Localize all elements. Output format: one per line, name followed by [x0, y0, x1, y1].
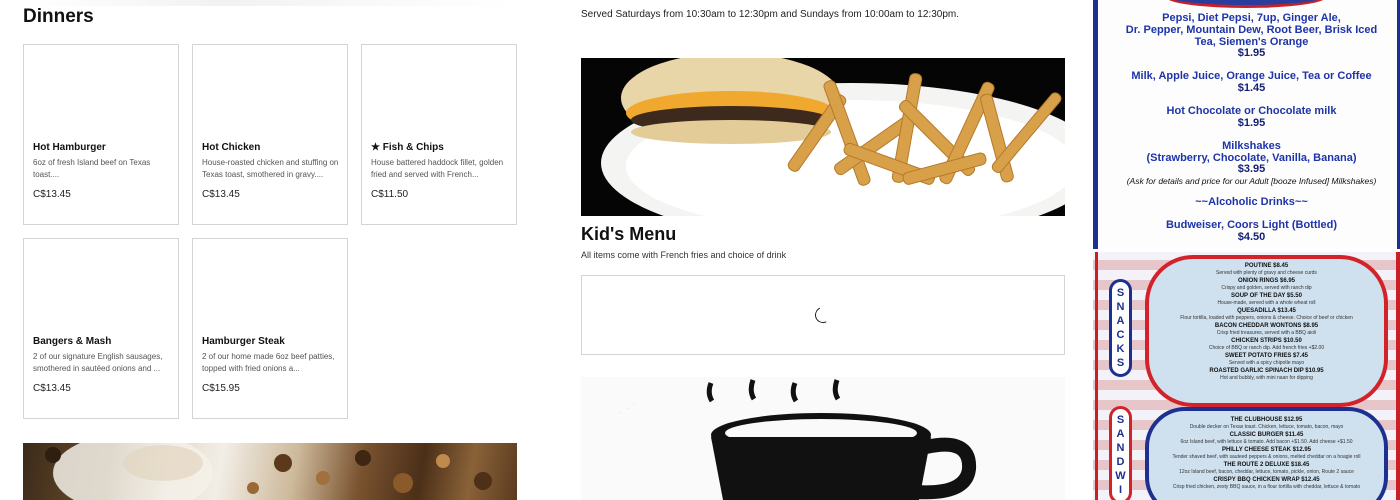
top-divider: [23, 0, 517, 6]
snack-item-desc: House-made, served with a whole wheat ro…: [1217, 300, 1316, 306]
drink-line: Pepsi, Diet Pepsi, 7up, Ginger Ale,: [1162, 12, 1341, 24]
snack-item-title: ONION RINGS $6.95: [1237, 278, 1296, 284]
snack-item-desc: Crispy and golden, served with ranch dip: [1221, 285, 1312, 291]
menu-item-price: C$15.95: [202, 383, 240, 394]
kids-menu-subtitle: All items come with French fries and cho…: [581, 250, 787, 260]
hash-texture: [45, 443, 492, 500]
snack-item-desc: Flour tortilla, loaded with peppers, oni…: [1180, 315, 1353, 321]
burger-plate-illustration: [601, 58, 1065, 216]
drink-price: $1.95: [1237, 47, 1266, 59]
board-header-oval: [1166, 0, 1326, 8]
menu-item-description: House battered haddock fillet, golden fr…: [371, 158, 504, 179]
menu-item-card[interactable]: Hot Chicken House-roasted chicken and st…: [192, 44, 348, 225]
menu-item-price: C$13.45: [33, 189, 71, 200]
breakfast-hash-photo: [23, 443, 517, 500]
menu-item-card[interactable]: Bangers & Mash 2 of our signature Englis…: [23, 238, 179, 419]
drink-price: $3.95: [1237, 163, 1266, 175]
drink-line: Milkshakes: [1222, 140, 1281, 152]
sandwich-item-title: CRISPY BBQ CHICKEN WRAP $12.45: [1213, 477, 1320, 483]
dinners-title: Dinners: [23, 6, 94, 27]
coffee-cup-image: · · ·: [581, 377, 1065, 500]
svg-text:· · ·: · · ·: [614, 396, 639, 420]
snack-item-desc: Served with a spicy chipotle mayo: [1228, 360, 1305, 366]
menu-item-price: C$11.50: [371, 189, 409, 200]
menu-item-price: C$13.45: [202, 189, 240, 200]
snack-item-title: ROASTED GARLIC SPINACH DIP $10.95: [1209, 368, 1324, 374]
sandwiches-list-panel: THE CLUBHOUSE $12.95 Double decker on Te…: [1145, 407, 1388, 500]
sandwich-item-desc: Tender shaved beef, with sauteed peppers…: [1172, 454, 1361, 460]
snack-item-title: BACON CHEDDAR WONTONS $8.95: [1214, 323, 1319, 329]
loading-spinner-icon: [812, 304, 834, 326]
snack-item-desc: Crisp fried treasures, served with a BBQ…: [1216, 330, 1317, 336]
snack-item-title: QUESADILLA $13.45: [1237, 308, 1296, 314]
menu-item-description: 2 of our home made 6oz beef patties, top…: [202, 352, 335, 373]
drink-price: $1.95: [1237, 117, 1266, 129]
snack-item-desc: Served with plenty of gravy and cheese c…: [1216, 270, 1317, 276]
drink-line: Milk, Apple Juice, Orange Juice, Tea or …: [1131, 70, 1372, 82]
drinks-menu-board: Pepsi, Diet Pepsi, 7up, Ginger Ale, Dr. …: [1093, 0, 1400, 249]
brunch-hours-text: Served Saturdays from 10:30am to 12:30pm…: [581, 9, 959, 20]
snack-item-title: CHICKEN STRIPS $10.50: [1231, 338, 1302, 344]
snack-item-title: POUTINE $8.45: [1244, 263, 1289, 269]
sandwich-item-title: PHILLY CHEESE STEAK $12.95: [1221, 447, 1312, 453]
board-border: [1095, 252, 1098, 500]
sandwich-item-desc: 12oz Island beef, bacon, cheddar, lettuc…: [1179, 469, 1354, 475]
drink-line: Budweiser, Coors Light (Bottled): [1165, 219, 1338, 231]
snack-item-title: SOUP OF THE DAY $5.50: [1231, 293, 1302, 299]
sandwich-item-title: THE CLUBHOUSE $12.95: [1230, 417, 1303, 423]
menu-item-price: C$13.45: [33, 383, 71, 394]
menu-item-description: House-roasted chicken and stuffing on Te…: [202, 158, 339, 179]
menu-item-name: Hamburger Steak: [202, 336, 285, 347]
snack-item-title: SWEET POTATO FRIES $7.45: [1224, 353, 1309, 359]
sandwich-item-desc: Double decker on Texas toast. Chicken, l…: [1189, 424, 1344, 430]
board-border: [1396, 252, 1400, 500]
drink-line: ~~Alcoholic Drinks~~: [1195, 196, 1308, 208]
menu-item-card[interactable]: ★ Fish & Chips House battered haddock fi…: [361, 44, 517, 225]
menu-item-description: 2 of our signature English sausages, smo…: [33, 352, 163, 373]
menu-item-name: Bangers & Mash: [33, 336, 112, 347]
menu-item-name: Hot Hamburger: [33, 142, 106, 153]
kids-menu-loading-panel: [581, 275, 1065, 355]
drink-note: (Ask for details and price for our Adult…: [1126, 176, 1377, 186]
menu-item-name: ★ Fish & Chips: [371, 142, 444, 153]
sandwich-tab-label: S A N D W I: [1109, 406, 1132, 500]
snacks-menu-board: S N A C K S S A N D W I POUTINE $8.45 Se…: [1093, 252, 1400, 500]
snack-item-desc: Hot and bubbly, with mini naan for dippi…: [1220, 375, 1313, 381]
kids-menu-title: Kid's Menu: [581, 224, 677, 244]
menu-item-description: 6oz of fresh Island beef on Texas toast.…: [33, 158, 151, 179]
menu-item-card[interactable]: Hot Hamburger 6oz of fresh Island beef o…: [23, 44, 179, 225]
snack-item-desc: Choice of BBQ or ranch dip. Add french f…: [1208, 345, 1325, 351]
drink-line: Dr. Pepper, Mountain Dew, Root Beer, Bri…: [1125, 24, 1378, 36]
sandwich-item-desc: 6oz Island beef, with lettuce & tomato. …: [1180, 439, 1353, 445]
drink-price: $1.45: [1237, 82, 1266, 94]
snacks-list-panel: POUTINE $8.45 Served with plenty of grav…: [1145, 255, 1388, 407]
drink-line: Hot Chocolate or Chocolate milk: [1166, 105, 1337, 117]
sandwich-item-title: CLASSIC BURGER $11.45: [1229, 432, 1304, 438]
dinners-section: Dinners Hot Hamburger 6oz of fresh Islan…: [0, 0, 540, 500]
sandwich-item-desc: Crisp fried chicken, zesty BBQ sauce, in…: [1172, 484, 1361, 490]
snacks-tab-label: S N A C K S: [1109, 279, 1132, 377]
coffee-cup-icon: · · ·: [614, 379, 977, 500]
menu-item-card[interactable]: Hamburger Steak 2 of our home made 6oz b…: [192, 238, 348, 419]
menu-item-name: Hot Chicken: [202, 142, 261, 153]
sandwich-item-title: THE ROUTE 2 DELUXE $18.45: [1223, 462, 1310, 468]
burger-and-fries-photo: [581, 58, 1065, 216]
drink-price: $4.50: [1237, 231, 1266, 243]
